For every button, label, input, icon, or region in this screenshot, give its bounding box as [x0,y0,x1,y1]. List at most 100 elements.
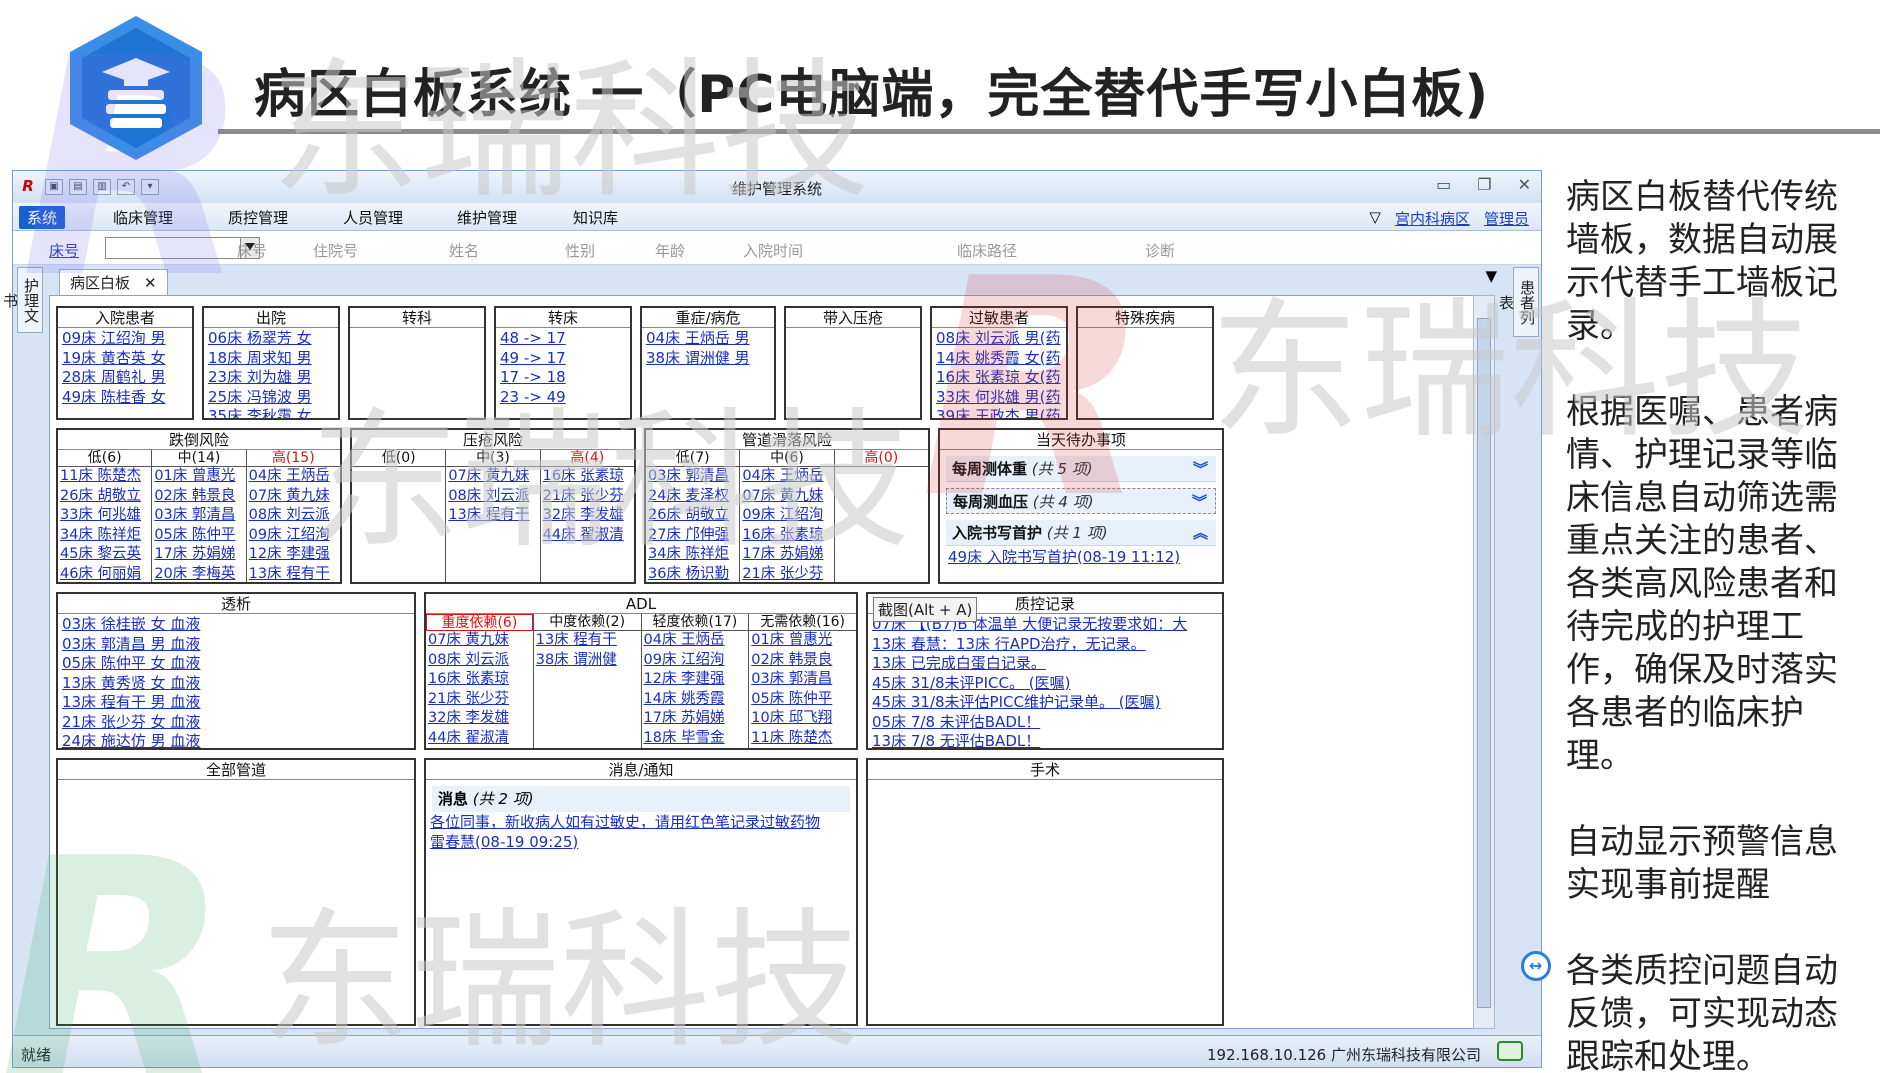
list-item[interactable]: 38床 谓洲健 男 [646,349,770,369]
list-item[interactable]: 04床 王炳岳 [642,631,749,651]
list-item[interactable]: 25床 冯锦波 男 [208,388,334,408]
list-item[interactable]: 08床 刘云派 [426,651,533,671]
tab-ward-board[interactable]: 病区白板 ✕ [59,269,168,295]
menu-system[interactable]: 系统 [19,206,66,229]
list-item[interactable]: 04床 王炳岳 [740,467,833,487]
list-item[interactable]: 24床 施达仿 男 血液 [62,732,410,748]
close-icon[interactable]: ✕ [1518,175,1531,194]
list-item[interactable]: 49床 陈桂香 女 [62,388,188,408]
list-item[interactable]: 13床 程有干 [247,565,340,583]
remote-assist-icon[interactable] [1521,951,1551,981]
minimize-icon[interactable]: ▭ [1436,175,1451,194]
list-item[interactable]: 03床 郭清昌 [646,467,739,487]
list-item[interactable]: 05床 陈仲平 [152,526,245,546]
list-item[interactable]: 18床 周求知 男 [208,349,334,369]
list-item[interactable]: 08床 刘云派 [247,506,340,526]
list-item[interactable]: 21床 张少芬 [541,487,634,507]
list-item[interactable]: 17 -> 18 [500,368,626,388]
message-text[interactable]: 各位同事，新收病人如有过敏史，请用红色笔记录过敏药物 [430,813,852,833]
list-item[interactable]: 20床 李梅英 [152,565,245,583]
list-item[interactable]: 07床 黄九妹 [426,631,533,651]
tab-list-icon[interactable]: ▼ [1485,267,1497,285]
list-item[interactable]: 12床 李建强 [642,670,749,690]
list-item[interactable]: 33床 何兆雄 [58,506,151,526]
list-item[interactable]: 33床 何兆雄 男(药 [936,388,1062,408]
list-item[interactable]: 45床 黎云英 [58,545,151,565]
list-item[interactable]: 35床 李秋霭 女 [208,407,334,418]
list-item[interactable]: 44床 翟淑清 [541,526,634,546]
list-item[interactable]: 13床 7/8 无评估BADL！ [872,732,1218,748]
list-item[interactable]: 11床 陈楚杰 [58,467,151,487]
chevron-down-icon[interactable]: ︾ [1192,489,1207,515]
list-item[interactable]: 26床 胡敬立 [646,506,739,526]
list-item[interactable]: 08床 刘云派 [446,487,539,507]
restore-icon[interactable]: ❐ [1477,175,1491,194]
todo-detail-link[interactable]: 49床 入院书写首护(08-19 11:12) [940,548,1222,568]
list-item[interactable]: 36床 杨识勤 [646,565,739,583]
list-item[interactable]: 07床 黄九妹 [740,487,833,507]
list-item[interactable]: 03床 郭清昌 男 血液 [62,635,410,655]
list-item[interactable]: 11床 陈楚杰 [749,729,856,749]
list-item[interactable]: 28床 周鹤礼 男 [62,368,188,388]
list-item[interactable]: 27床 邝伸强 [646,526,739,546]
list-item[interactable]: 02床 韩景良 [749,651,856,671]
ward-link[interactable]: 宫内科病区 [1395,208,1470,229]
list-item[interactable]: 13床 已完成白蛋白记录。 [872,654,1218,674]
list-item[interactable]: 18床 毕雪金 [642,729,749,749]
list-item[interactable]: 13床 程有干 [446,506,539,526]
list-item[interactable]: 16床 张素琼 [740,526,833,546]
todo-group-blood-pressure[interactable]: 每周测血压 (共 4 项) ︾ [946,488,1216,514]
connection-icon[interactable] [1497,1041,1523,1061]
list-item[interactable]: 21床 张少芬 [740,565,833,583]
list-item[interactable]: 09床 江绍洵 [247,526,340,546]
list-item[interactable]: 04床 王炳岳 男 [646,329,770,349]
list-item[interactable]: 14床 姚秀霞 女(药 [936,349,1062,369]
bed-no-link[interactable]: 床号 [49,240,79,261]
list-item[interactable]: 45床 31/8未评估PICC维护记录单。 (医嘱) [872,693,1218,713]
menu-clinical[interactable]: 临床管理 [113,207,173,228]
list-item[interactable]: 10床 邱飞翔 [749,709,856,729]
list-item[interactable]: 02床 韩景良 [152,487,245,507]
list-item[interactable]: 05床 陈仲平 女 血液 [62,654,410,674]
list-item[interactable]: 19床 黄杏英 女 [62,349,188,369]
column-head[interactable]: 中度依赖(2) [533,614,641,631]
list-item[interactable]: 48 -> 17 [500,329,626,349]
list-item[interactable]: 34床 陈祥炬 [646,545,739,565]
chevron-up-icon[interactable]: ︽ [1193,520,1208,546]
list-item[interactable]: 14床 姚秀霞 [642,690,749,710]
list-item[interactable]: 21床 张少芬 [426,690,533,710]
list-item[interactable]: 17床 苏娟娣 [740,545,833,565]
list-item[interactable]: 17床 苏娟娣 [642,709,749,729]
list-item[interactable]: 07床 黄九妹 [446,467,539,487]
list-item[interactable]: 16床 张素琼 [426,670,533,690]
list-item[interactable]: 09床 江绍洵 男 [62,329,188,349]
list-item[interactable]: 17床 苏娟娣 [152,545,245,565]
list-item[interactable]: 12床 李建强 [247,545,340,565]
list-item[interactable]: 46床 何丽娟 [58,565,151,583]
column-head[interactable]: 无需依赖(16) [749,614,856,631]
list-item[interactable]: 44床 翟淑清 [426,729,533,749]
list-item[interactable]: 32床 李发雄 [426,709,533,729]
board-scrollbar[interactable] [1473,295,1495,1029]
chevron-down-icon[interactable]: ︾ [1193,456,1208,482]
scrollbar-thumb[interactable] [1477,318,1491,1008]
list-item[interactable]: 01床 曾惠光 [749,631,856,651]
list-item[interactable]: 21床 张少芬 女 血液 [62,713,410,733]
menu-maintenance[interactable]: 维护管理 [457,207,517,228]
message-author[interactable]: 雷春慧(08-19 09:25) [430,833,852,853]
list-item[interactable]: 13床 程有干 男 血液 [62,693,410,713]
user-link[interactable]: 管理员 [1484,208,1529,229]
list-item[interactable]: 32床 李发雄 [541,506,634,526]
list-item[interactable]: 34床 陈祥炬 [58,526,151,546]
list-item[interactable]: 39床 王政杰 男(药 [936,407,1062,418]
list-item[interactable]: 45床 31/8未评PICC。 (医嘱) [872,674,1218,694]
chevron-down-icon[interactable]: ▽ [1369,208,1381,229]
menu-knowledge[interactable]: 知识库 [573,207,618,228]
list-item[interactable]: 04床 王炳岳 [247,467,340,487]
list-item[interactable]: 08床 刘云派 男(药 [936,329,1062,349]
list-item[interactable]: 38床 谓洲健 [534,651,641,671]
message-group[interactable]: 消息 (共 2 项) [432,786,850,812]
list-item[interactable]: 16床 张素琼 [541,467,634,487]
list-item[interactable]: 13床 春慧：13床 行APD治疗，无记录。 [872,635,1218,655]
column-head[interactable]: 轻度依赖(17) [641,614,749,631]
